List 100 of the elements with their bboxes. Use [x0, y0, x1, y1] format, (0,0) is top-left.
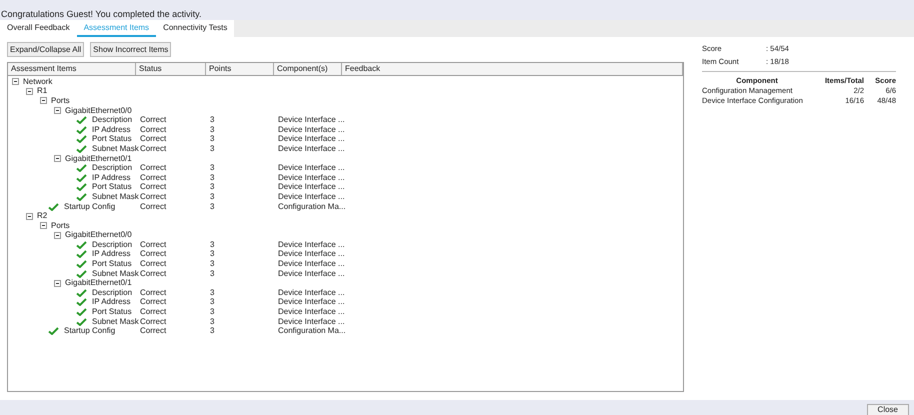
status-text: Correct [140, 326, 166, 336]
points-text: 3 [210, 326, 214, 336]
tab[interactable]: Overall Feedback [0, 20, 77, 37]
tree-node-label[interactable]: Network [23, 76, 52, 88]
status-text: Correct [140, 240, 166, 249]
points-text: 3 [210, 182, 214, 192]
assessment-item-label: Description [92, 163, 132, 174]
checkmark-icon [76, 318, 87, 326]
assessment-item-label: Subnet Mask [92, 190, 139, 203]
collapse-icon[interactable] [40, 222, 47, 230]
column-header[interactable]: Status [136, 63, 206, 75]
status-text: Correct [140, 144, 166, 153]
checkmark-icon [76, 288, 87, 297]
component-text: Device Interface ... [278, 192, 345, 201]
points-text: 3 [210, 115, 214, 124]
assessment-item-label: IP Address [92, 297, 131, 308]
assessment-item-label: IP Address [92, 249, 131, 260]
collapse-icon[interactable] [40, 97, 47, 104]
column-header[interactable]: Feedback [342, 63, 683, 75]
banner-text: Congratulations Guest! You completed the activity. [1, 8, 202, 20]
component-text: Device Interface ... [278, 172, 345, 182]
component-text: Device Interface ... [278, 259, 345, 268]
status-text: Correct [140, 202, 166, 211]
status-text: Correct [140, 249, 166, 258]
status-text: Correct [140, 172, 166, 182]
points-text: 3 [210, 297, 214, 306]
collapse-icon[interactable] [26, 88, 33, 95]
checkmark-icon [48, 327, 59, 336]
tree-node-label[interactable]: Ports [51, 94, 70, 107]
collapse-icon[interactable] [54, 280, 61, 287]
tree-node-label[interactable]: GigabitEthernet0/0 [65, 104, 132, 117]
component-text: Device Interface ... [278, 144, 345, 153]
tree-node-label[interactable]: GigabitEthernet0/1 [65, 152, 132, 165]
assessment-item-label: Startup Config [64, 325, 116, 338]
component-text: Device Interface ... [278, 240, 345, 249]
component-text: Device Interface ... [278, 249, 345, 258]
assessment-item-label: Port Status [92, 306, 132, 318]
tree-node-label[interactable]: R1 [37, 85, 48, 98]
assessment-item-label: Description [92, 287, 132, 298]
points-text: 3 [210, 124, 214, 134]
checkmark-icon [76, 250, 87, 258]
component-text: Device Interface ... [278, 316, 345, 326]
collapse-icon[interactable] [54, 232, 61, 239]
status-text: Correct [140, 316, 166, 326]
toolbar-button[interactable]: Show Incorrect Items [90, 42, 172, 57]
component-text: Device Interface ... [278, 163, 345, 172]
status-text: Correct [140, 124, 166, 134]
tree-node-label[interactable]: GigabitEthernet0/1 [65, 277, 132, 290]
component-text: Device Interface ... [278, 115, 345, 124]
points-text: 3 [210, 192, 214, 201]
status-text: Correct [140, 134, 166, 144]
assessment-item-label: Subnet Mask [92, 268, 139, 279]
toolbar-button[interactable]: Expand/Collapse All [7, 42, 84, 57]
points-text: 3 [210, 316, 214, 326]
tree-node-label[interactable]: GigabitEthernet0/0 [65, 229, 132, 242]
collapse-icon[interactable] [54, 155, 61, 162]
points-text: 3 [210, 307, 214, 316]
assessment-item-label: Subnet Mask [92, 142, 139, 155]
assessment-item-label: Description [92, 239, 132, 250]
checkmark-icon [76, 192, 87, 201]
points-text: 3 [210, 268, 214, 278]
assessment-item-label: Subnet Mask [92, 316, 139, 327]
component-text: Device Interface ... [278, 134, 345, 144]
assessment-item-label: Port Status [92, 258, 132, 270]
assessment-item-label: IP Address [92, 124, 131, 135]
status-text: Correct [140, 115, 166, 124]
component-text: Device Interface ... [278, 297, 345, 306]
checkmark-icon [76, 126, 87, 134]
assessment-item-label: Port Status [92, 133, 132, 145]
points-text: 3 [210, 172, 214, 182]
component-text: Configuration Ma... [278, 202, 346, 211]
status-text: Correct [140, 163, 166, 172]
checkmark-icon [76, 183, 87, 192]
component-text: Device Interface ... [278, 182, 345, 192]
collapse-icon[interactable] [54, 107, 61, 114]
assessment-item-label: Port Status [92, 181, 132, 193]
checkmark-icon [76, 144, 87, 153]
component-text: Configuration Ma... [278, 326, 346, 336]
status-text: Correct [140, 288, 166, 297]
tree-node-label[interactable]: R2 [37, 210, 48, 222]
column-header[interactable]: Assessment Items [8, 63, 136, 75]
status-text: Correct [140, 259, 166, 268]
collapse-icon[interactable] [26, 212, 33, 220]
checkmark-icon [76, 308, 87, 316]
collapse-icon[interactable] [12, 78, 19, 86]
column-header[interactable]: Component(s) [274, 63, 342, 75]
status-text: Correct [140, 307, 166, 316]
checkmark-icon [76, 116, 87, 124]
checkmark-icon [76, 240, 87, 249]
assessment-item-label: IP Address [92, 172, 131, 183]
tab[interactable]: Connectivity Tests [156, 20, 234, 37]
tree-node-label[interactable]: Ports [51, 220, 70, 232]
points-text: 3 [210, 202, 214, 211]
component-text: Device Interface ... [278, 268, 345, 278]
points-text: 3 [210, 259, 214, 268]
points-text: 3 [210, 134, 214, 144]
column-header[interactable]: Points [206, 63, 274, 75]
close-button[interactable]: Close [866, 404, 909, 415]
checkmark-icon [48, 202, 59, 211]
points-text: 3 [210, 240, 214, 249]
